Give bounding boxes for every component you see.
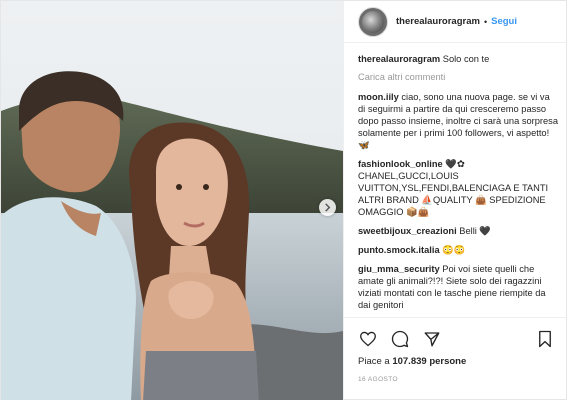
share-button[interactable] <box>422 329 442 349</box>
likes-prefix: Piace a <box>358 356 390 367</box>
post-sidebar: therealauroragram • Segui therealaurorag… <box>343 1 567 400</box>
likes-count[interactable]: Piace a 107.839 persone <box>358 356 555 367</box>
comment-button[interactable] <box>390 329 410 349</box>
comment-icon <box>391 330 409 348</box>
load-more-comments-button[interactable]: Carica altri commenti <box>358 72 558 82</box>
post-date[interactable]: 16 agosto <box>358 376 555 383</box>
comment-text: 😳😳 <box>442 245 466 255</box>
post-actions: Piace a 107.839 persone 16 agosto <box>344 317 567 383</box>
comment: giu_mma_security Poi voi siete quelli ch… <box>358 263 558 311</box>
caption-text: Solo con te <box>442 54 490 64</box>
caption-username[interactable]: therealauroragram <box>358 54 440 64</box>
caption: therealauroragram Solo con te <box>358 53 558 65</box>
like-button[interactable] <box>358 329 378 349</box>
header-username[interactable]: therealauroragram <box>396 16 480 27</box>
share-icon <box>424 332 440 347</box>
chevron-right-icon <box>325 203 331 212</box>
comment: punto.smock.italia 😳😳 <box>358 244 558 256</box>
comment: moon.iily ciao, sono una nuova page. se … <box>358 91 558 151</box>
instagram-post: therealauroragram • Segui therealaurorag… <box>0 0 567 400</box>
avatar[interactable] <box>358 6 388 37</box>
post-photo[interactable] <box>1 1 343 400</box>
post-header: therealauroragram • Segui <box>344 1 567 43</box>
comment-username[interactable]: fashionlook_online <box>358 159 443 169</box>
photo-illustration <box>1 1 343 400</box>
bookmark-icon <box>539 330 551 348</box>
likes-number: 107.839 <box>392 356 427 367</box>
comment-text: Belli 🖤 <box>459 226 492 236</box>
save-button[interactable] <box>535 329 555 349</box>
likes-suffix: persone <box>429 356 467 367</box>
action-icons <box>358 328 555 350</box>
comment-username[interactable]: sweetbijoux_creazioni <box>358 226 457 236</box>
header-separator: • <box>483 16 488 27</box>
next-photo-button[interactable] <box>319 199 336 216</box>
comment: fashionlook_online 🖤✿ CHANEL,GUCCI,LOUIS… <box>358 158 558 218</box>
comment: sweetbijoux_creazioni Belli 🖤 <box>358 225 558 237</box>
follow-button[interactable]: Segui <box>491 16 517 27</box>
comment-username[interactable]: moon.iily <box>358 92 399 102</box>
comments-list: therealauroragram Solo con te Carica alt… <box>344 43 567 317</box>
heart-icon <box>360 331 376 347</box>
comment-username[interactable]: giu_mma_security <box>358 264 440 274</box>
comment-username[interactable]: punto.smock.italia <box>358 245 440 255</box>
